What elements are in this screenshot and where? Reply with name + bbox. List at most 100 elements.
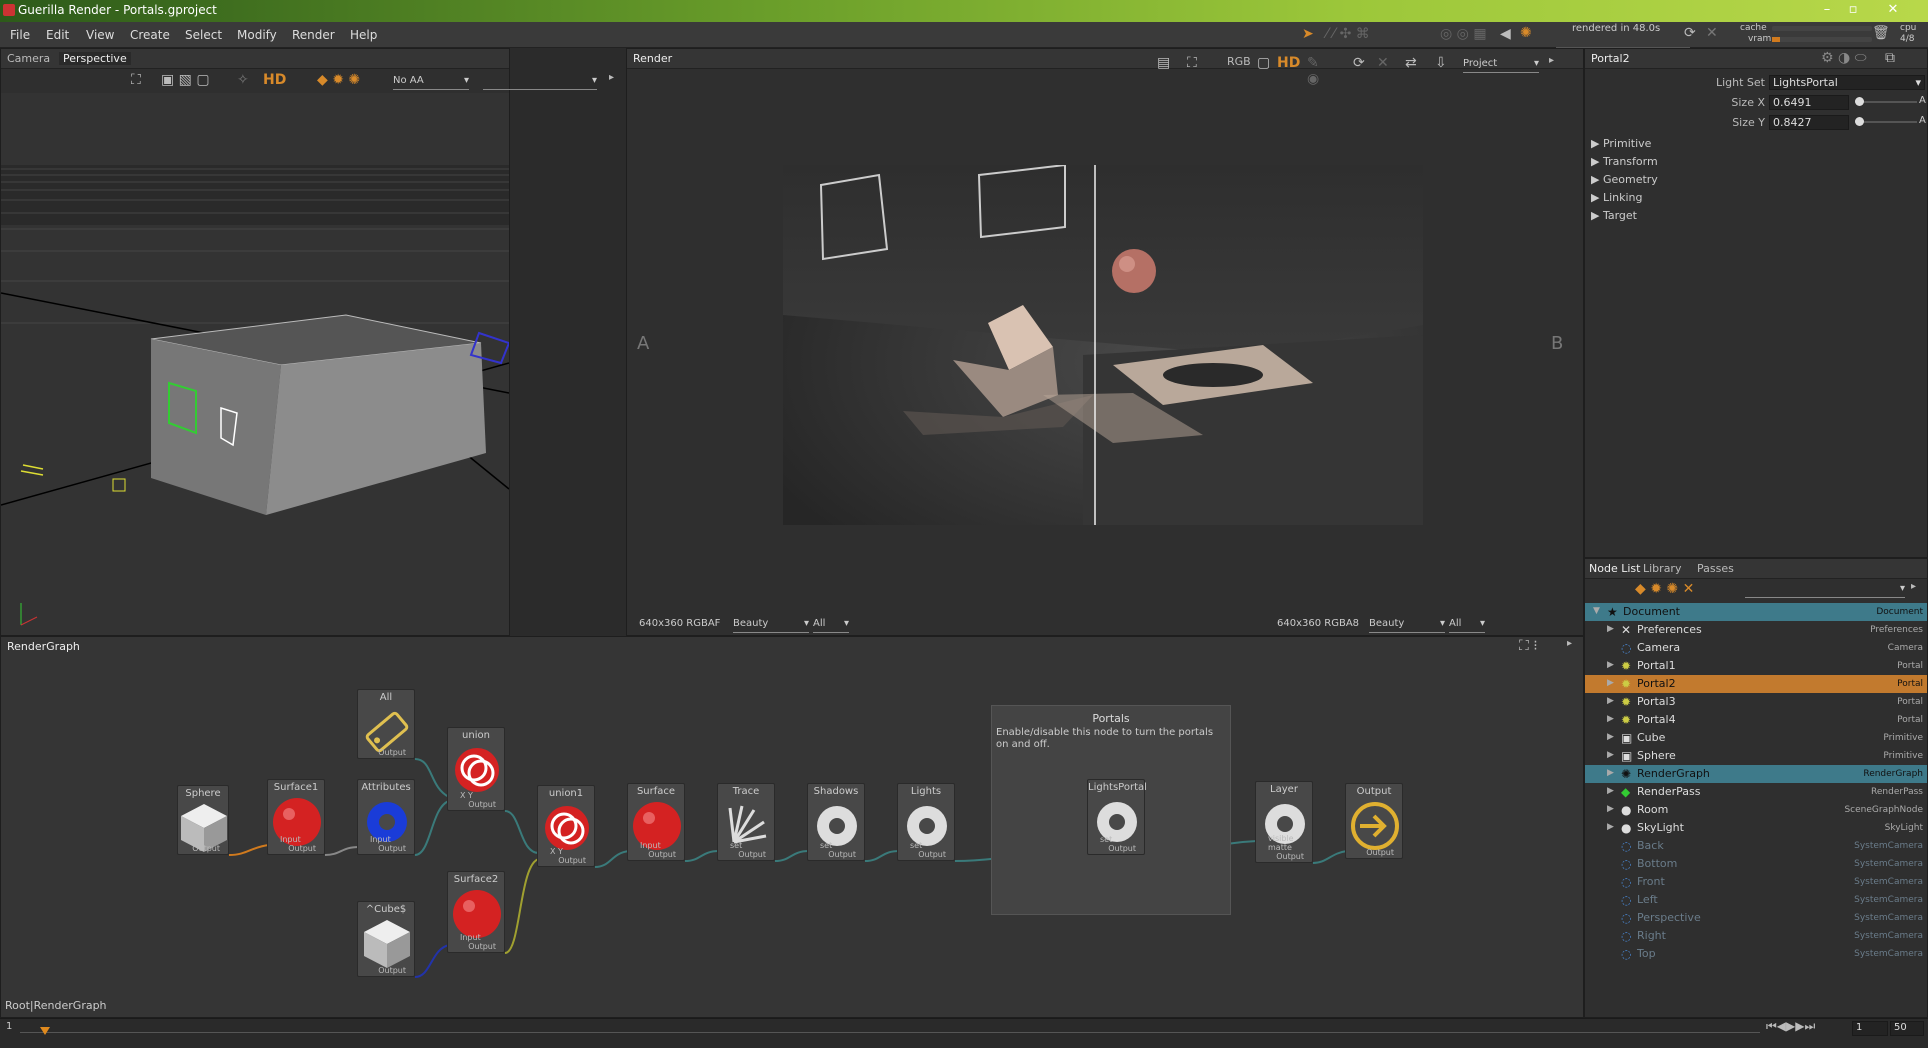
tab-node-list[interactable]: Node List bbox=[1589, 562, 1640, 575]
graph-node-output[interactable]: Output bbox=[648, 850, 676, 859]
graph-node-input[interactable]: Input bbox=[640, 841, 661, 850]
section-target[interactable]: ▶ Target bbox=[1591, 209, 1637, 222]
tab-render[interactable]: Render bbox=[633, 52, 672, 65]
menu-help[interactable]: Help bbox=[350, 28, 377, 42]
nodelist-row[interactable]: ▶ ✹ Portal3 Portal bbox=[1585, 693, 1927, 711]
graph-node[interactable]: union X Y Output bbox=[447, 727, 505, 811]
tab-perspective[interactable]: Perspective bbox=[59, 52, 131, 65]
trash-icon[interactable]: 🗑 bbox=[1872, 25, 1890, 41]
view-select[interactable]: ▾ bbox=[483, 75, 597, 90]
play-back-icon[interactable]: ◀ bbox=[1500, 26, 1511, 42]
expand-arrow-icon[interactable]: ▶ bbox=[1607, 660, 1614, 670]
graph-node-output[interactable]: Output bbox=[1276, 852, 1304, 861]
right-filter-select[interactable]: All ▾ bbox=[1449, 618, 1485, 633]
expand-arrow-icon[interactable]: ▶ bbox=[1607, 768, 1614, 778]
render-stop-icon[interactable]: ✕ bbox=[1377, 55, 1389, 71]
graph-node[interactable]: Surface2 Input Output bbox=[447, 871, 505, 953]
size-x-slider[interactable] bbox=[1855, 97, 1917, 106]
more-arrow-icon[interactable]: ▸ bbox=[609, 72, 614, 83]
playhead[interactable] bbox=[40, 1027, 50, 1035]
graph-node[interactable]: Output Output bbox=[1345, 783, 1403, 859]
section-transform[interactable]: ▶ Transform bbox=[1591, 155, 1658, 168]
graph-node-input[interactable]: set bbox=[910, 841, 922, 850]
nodelist-row[interactable]: ▶ ◆ RenderPass RenderPass bbox=[1585, 783, 1927, 801]
graph-node[interactable]: All Output bbox=[357, 689, 415, 759]
frame-icon[interactable]: ⛶ bbox=[131, 72, 141, 88]
graph-node-output[interactable]: Output bbox=[288, 844, 316, 853]
menu-view[interactable]: View bbox=[86, 28, 114, 42]
graph-node-output[interactable]: Output bbox=[1108, 844, 1136, 853]
nodelist-row[interactable]: ▶ ✹ Portal1 Portal bbox=[1585, 657, 1927, 675]
graph-node-input[interactable]: visible matte bbox=[1268, 834, 1312, 852]
menu-edit[interactable]: Edit bbox=[46, 28, 69, 42]
region-icon[interactable]: ⛶ bbox=[1187, 55, 1197, 71]
nodelist-row[interactable]: ▶ ✹ Portal4 Portal bbox=[1585, 711, 1927, 729]
render-refresh-icon[interactable]: ⟳ bbox=[1353, 55, 1365, 71]
nodelist-row[interactable]: ▶ ✕ Preferences Preferences bbox=[1585, 621, 1927, 639]
graph-node-output[interactable]: Output bbox=[738, 850, 766, 859]
rgb-toggle[interactable]: RGB bbox=[1227, 55, 1251, 68]
graph-node[interactable]: Trace set Output bbox=[717, 783, 775, 861]
graph-node[interactable]: LightsPortal set Output bbox=[1087, 779, 1147, 855]
render-image[interactable] bbox=[783, 165, 1423, 525]
nodelist-more-icon[interactable]: ▸ bbox=[1911, 581, 1916, 592]
select-tool-icon[interactable]: ➤ bbox=[1302, 26, 1314, 42]
graph-node-input[interactable]: X Y bbox=[460, 791, 473, 800]
refresh-icon[interactable]: ⟳ bbox=[1684, 25, 1696, 41]
size-x-field[interactable]: 0.6491 bbox=[1769, 95, 1849, 110]
nodelist-row[interactable]: ◌ Left SystemCamera bbox=[1585, 891, 1927, 909]
graph-node-output[interactable]: Output bbox=[1366, 848, 1394, 857]
graph-node-input[interactable]: X Y bbox=[550, 847, 563, 856]
graph-node[interactable]: Sphere Output bbox=[177, 785, 229, 855]
compare-icon[interactable]: ⇄ bbox=[1405, 55, 1417, 71]
render-settings-icon[interactable]: ✺ bbox=[1520, 25, 1532, 41]
nodelist-row[interactable]: ◌ Camera Camera bbox=[1585, 639, 1927, 657]
end-frame-field[interactable]: 50 bbox=[1890, 1021, 1924, 1036]
graph-node-output[interactable]: Output bbox=[378, 748, 406, 757]
nodelist-row[interactable]: ◌ Right SystemCamera bbox=[1585, 927, 1927, 945]
graph-breadcrumb[interactable]: Root|RenderGraph bbox=[5, 999, 107, 1012]
menu-file[interactable]: File bbox=[10, 28, 30, 42]
graph-node[interactable]: Surface1 Input Output bbox=[267, 779, 325, 855]
playback-controls-icon[interactable]: ⏮◀▶▶⏭ bbox=[1766, 1019, 1815, 1034]
render-project-select[interactable]: Project ▾ bbox=[1463, 58, 1539, 73]
light-set-field[interactable]: LightsPortal ▾ bbox=[1769, 75, 1925, 90]
expand-arrow-icon[interactable]: ▶ bbox=[1607, 804, 1614, 814]
graph-node-output[interactable]: Output bbox=[918, 850, 946, 859]
nodelist-row[interactable]: ◌ Back SystemCamera bbox=[1585, 837, 1927, 855]
graph-node-output[interactable]: Output bbox=[468, 800, 496, 809]
menu-modify[interactable]: Modify bbox=[237, 28, 277, 42]
minimize-button[interactable]: – bbox=[1816, 1, 1838, 19]
section-primitive[interactable]: ▶ Primitive bbox=[1591, 137, 1651, 150]
expand-arrow-icon[interactable]: ▶ bbox=[1607, 696, 1614, 706]
snap-tools-icon[interactable]: ◎ ◎ ▦ bbox=[1440, 26, 1487, 42]
render-more-icon[interactable]: ▸ bbox=[1549, 55, 1554, 66]
graph-node-output[interactable]: Output bbox=[378, 966, 406, 975]
graph-node[interactable]: Layer visible matte Output bbox=[1255, 781, 1313, 863]
nodelist-row[interactable]: ◌ Top SystemCamera bbox=[1585, 945, 1927, 963]
stop-icon[interactable]: ✕ bbox=[1706, 25, 1718, 41]
render-tools-icon[interactable]: ◆ ✹ ✺ bbox=[317, 72, 360, 88]
expand-arrow-icon[interactable]: ▼ bbox=[1593, 606, 1600, 616]
size-y-slider[interactable] bbox=[1855, 117, 1917, 126]
expand-arrow-icon[interactable]: ▶ bbox=[1607, 732, 1614, 742]
tab-passes[interactable]: Passes bbox=[1697, 562, 1734, 575]
section-geometry[interactable]: ▶ Geometry bbox=[1591, 173, 1658, 186]
create-nodes-icon[interactable]: ◆ ✹ ✺ ✕ bbox=[1635, 581, 1694, 597]
graph-node[interactable]: Attributes Input Output bbox=[357, 779, 415, 855]
size-y-field[interactable]: 0.8427 bbox=[1769, 115, 1849, 130]
expand-arrow-icon[interactable]: ▶ bbox=[1607, 624, 1614, 634]
graph-node-input[interactable]: Input bbox=[370, 835, 391, 844]
export-icon[interactable]: ⇩ bbox=[1435, 55, 1447, 71]
timeline-track[interactable] bbox=[20, 1025, 1760, 1035]
popout-icon[interactable]: ⧉ bbox=[1885, 50, 1895, 66]
brush-tools-icon[interactable]: ⁄ ⁄ ✣ ⌘ bbox=[1326, 26, 1370, 42]
nodelist-row[interactable]: ▶ ● Room SceneGraphNode bbox=[1585, 801, 1927, 819]
nodelist-row[interactable]: ▶ ✺ RenderGraph RenderGraph bbox=[1585, 765, 1927, 783]
display-mode-icon[interactable]: ▣ ▧ ▢ bbox=[161, 72, 210, 88]
graph-node-input[interactable]: set bbox=[1100, 835, 1112, 844]
nodelist-row[interactable]: ▶ ✹ Portal2 Portal bbox=[1585, 675, 1927, 693]
nodelist-row[interactable]: ▶ ▣ Cube Primitive bbox=[1585, 729, 1927, 747]
left-filter-select[interactable]: All ▾ bbox=[813, 618, 849, 633]
graph-node-input[interactable]: set bbox=[820, 841, 832, 850]
